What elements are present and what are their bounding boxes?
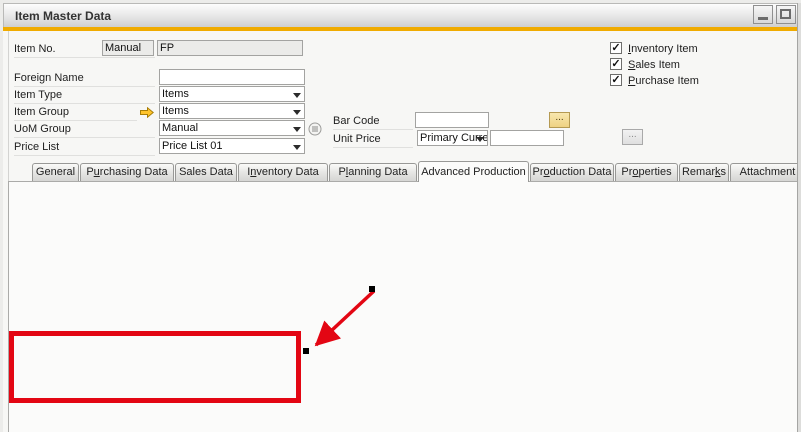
unit-price-input[interactable] — [490, 130, 564, 146]
tab-remarks[interactable]: Remarks — [679, 163, 729, 181]
foreign-name-input[interactable] — [159, 69, 305, 85]
tab-general[interactable]: General — [32, 163, 79, 181]
bar-code-browse-button[interactable]: ... — [549, 112, 570, 128]
item-master-data-window: Item Master Data Item No. Manual FP Fore… — [0, 0, 801, 432]
tab-properties[interactable]: Properties — [615, 163, 678, 181]
bar-code-input[interactable] — [415, 112, 489, 128]
tab-content-panel — [8, 181, 801, 432]
uom-group-label: UoM Group — [14, 123, 155, 138]
item-no-mode-field[interactable]: Manual — [102, 40, 154, 56]
sales-item-label: Sales Item — [628, 59, 680, 71]
inventory-item-label: Inventory Item — [628, 43, 698, 55]
unit-price-currency-select[interactable]: Primary Curre — [417, 130, 488, 146]
tab-attachment[interactable]: Attachment — [730, 163, 801, 181]
minimize-button[interactable] — [753, 5, 773, 24]
unit-price-browse-button[interactable]: ... — [622, 129, 643, 145]
foreign-name-label: Foreign Name — [14, 72, 155, 87]
item-group-select[interactable]: Items — [159, 103, 305, 119]
window-right-frame — [797, 3, 801, 432]
bar-code-label: Bar Code — [333, 115, 413, 130]
item-no-field[interactable]: FP — [157, 40, 303, 56]
tab-advanced-production[interactable]: Advanced Production — [418, 161, 529, 182]
item-group-label: Item Group — [14, 106, 137, 121]
inventory-item-checkbox[interactable] — [610, 42, 622, 54]
tab-planning-data[interactable]: Planning Data — [329, 163, 417, 181]
unit-price-label: Unit Price — [333, 133, 413, 148]
sales-item-checkbox[interactable] — [610, 58, 622, 70]
tab-production-data[interactable]: Production Data — [530, 163, 614, 181]
minimize-icon — [758, 17, 768, 20]
maximize-icon — [780, 9, 791, 19]
annotation-handle[interactable] — [369, 286, 375, 292]
annotation-handle[interactable] — [303, 348, 309, 354]
window-title: Item Master Data — [15, 9, 111, 23]
item-type-label: Item Type — [14, 89, 155, 104]
link-arrow-icon[interactable] — [140, 107, 154, 118]
price-list-select[interactable]: Price List 01 — [159, 138, 305, 154]
tab-inventory-data[interactable]: Inventory Data — [238, 163, 328, 181]
purchase-item-checkbox[interactable] — [610, 74, 622, 86]
tab-sales-data[interactable]: Sales Data — [175, 163, 237, 181]
uom-list-icon[interactable] — [308, 122, 322, 136]
uom-group-select[interactable]: Manual — [159, 120, 305, 136]
purchase-item-label: Purchase Item — [628, 75, 699, 87]
item-type-select[interactable]: Items — [159, 86, 305, 102]
price-list-label: Price List — [14, 141, 155, 156]
maximize-button[interactable] — [776, 5, 796, 24]
title-bar[interactable]: Item Master Data — [3, 3, 799, 27]
tab-purchasing-data[interactable]: Purchasing Data — [80, 163, 174, 181]
